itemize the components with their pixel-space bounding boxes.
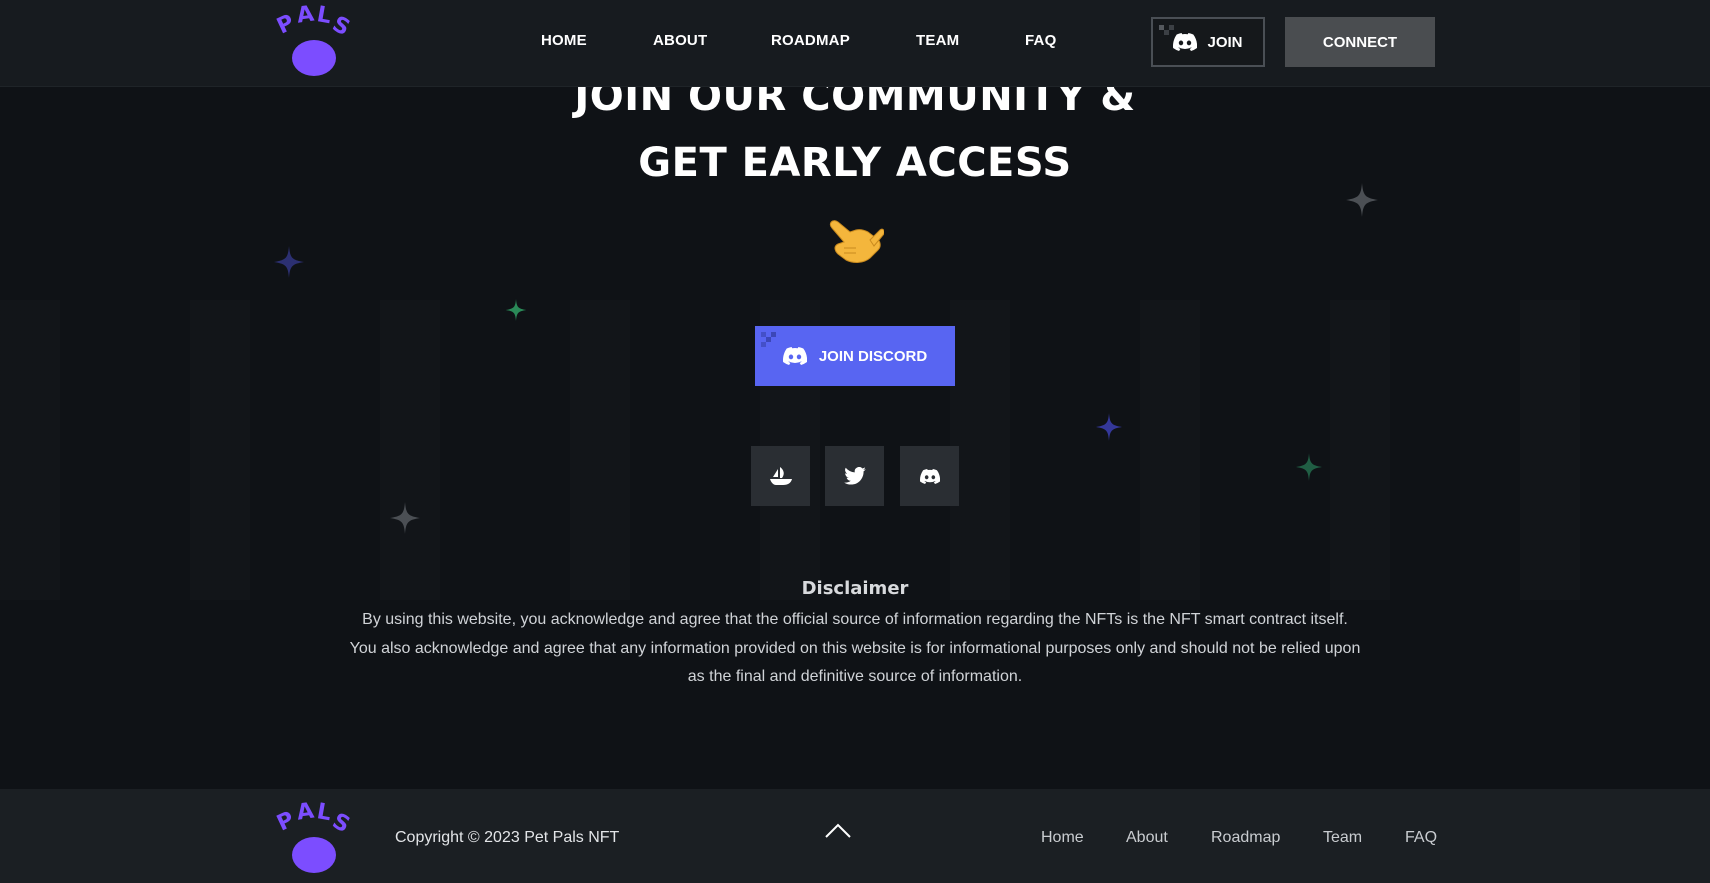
footer-link-faq[interactable]: FAQ	[1405, 829, 1437, 847]
nav-faq[interactable]: FAQ	[1025, 32, 1056, 49]
svg-text:P: P	[273, 10, 298, 39]
footer-link-team[interactable]: Team	[1323, 829, 1362, 847]
disclaimer-text: By using this website, you acknowledge a…	[300, 606, 1410, 692]
discord-icon	[782, 347, 807, 365]
footer-link-home[interactable]: Home	[1041, 829, 1084, 847]
footer-link-about[interactable]: About	[1126, 829, 1168, 847]
hero-title-line2: GET EARLY ACCESS	[638, 140, 1072, 186]
pals-logo[interactable]: P A L S	[273, 801, 355, 877]
sparkle-gray-icon	[390, 502, 420, 534]
discord-icon	[919, 468, 940, 484]
scroll-to-top-icon[interactable]	[824, 821, 852, 841]
opensea-button[interactable]	[751, 446, 810, 506]
discord-icon	[1173, 33, 1198, 51]
call-me-hand-icon	[829, 220, 884, 263]
join-button[interactable]: JOIN	[1151, 17, 1265, 67]
svg-text:A: A	[295, 801, 315, 826]
nav-about[interactable]: ABOUT	[653, 32, 707, 49]
nav-home[interactable]: HOME	[541, 32, 587, 49]
site-header: P A L S HOME ABOUT ROADMAP TEAM FAQ JOIN…	[0, 0, 1710, 87]
svg-text:A: A	[295, 4, 315, 29]
svg-text:L: L	[315, 801, 333, 826]
svg-text:S: S	[328, 12, 354, 42]
twitter-icon	[843, 467, 866, 485]
join-discord-button[interactable]: JOIN DISCORD	[755, 326, 955, 386]
nav-team[interactable]: TEAM	[916, 32, 959, 49]
disclaimer-title: Disclaimer	[801, 578, 909, 599]
discord-social-button[interactable]	[900, 446, 959, 506]
svg-text:P: P	[273, 807, 298, 836]
twitter-button[interactable]	[825, 446, 884, 506]
svg-text:L: L	[315, 4, 333, 29]
sparkle-gray-icon	[1346, 183, 1378, 217]
footer-link-roadmap[interactable]: Roadmap	[1211, 829, 1280, 847]
join-label: JOIN	[1207, 33, 1243, 51]
pals-logo[interactable]: P A L S	[273, 4, 355, 80]
svg-text:S: S	[328, 809, 354, 839]
join-discord-label: JOIN DISCORD	[818, 347, 928, 365]
site-footer: P A L S Copyright © 2023 Pet Pals NFT Ho…	[0, 789, 1710, 883]
copyright-text: Copyright © 2023 Pet Pals NFT	[395, 829, 620, 846]
sparkle-green-icon	[505, 299, 527, 321]
connect-label: CONNECT	[1322, 33, 1398, 51]
pixel-decoration	[1159, 25, 1175, 41]
sparkle-blue-icon	[274, 246, 304, 278]
disclaimer-line: as the final and definitive source of in…	[687, 668, 1023, 685]
sparkle-blue-icon	[1096, 413, 1122, 441]
opensea-icon	[769, 467, 792, 485]
disclaimer-line: By using this website, you acknowledge a…	[362, 611, 1348, 628]
nav-roadmap[interactable]: ROADMAP	[771, 32, 850, 49]
connect-button[interactable]: CONNECT	[1285, 17, 1435, 67]
pixel-decoration	[761, 332, 777, 348]
sparkle-green-icon	[1296, 453, 1322, 481]
disclaimer-line: You also acknowledge and agree that any …	[349, 639, 1361, 657]
